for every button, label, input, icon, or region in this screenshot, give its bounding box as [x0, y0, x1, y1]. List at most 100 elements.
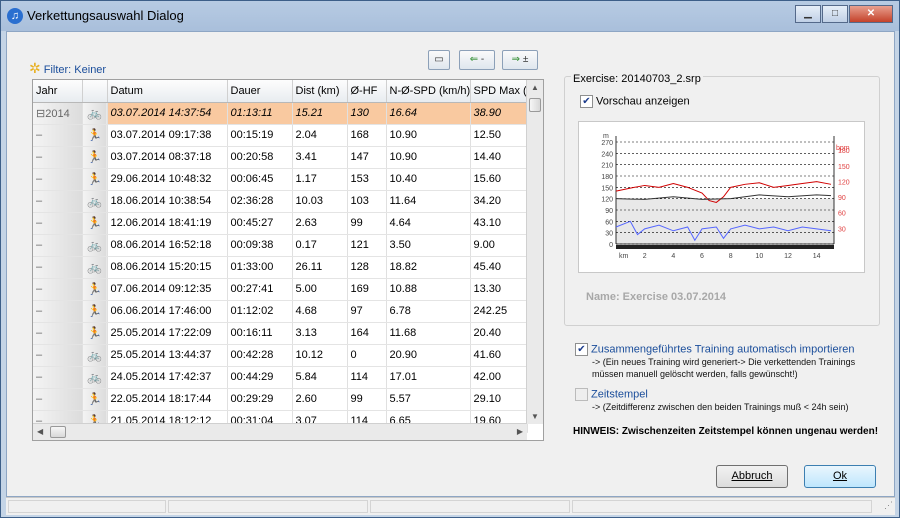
cell-dist: 2.63 [292, 212, 348, 235]
grid-horizontal-scrollbar[interactable]: ◀ ▶ [33, 423, 527, 440]
timestamp-checkbox[interactable] [575, 388, 588, 401]
left-tick-label: 240 [601, 151, 613, 158]
cell-max: 42.00 [470, 366, 528, 389]
cell-datum: 24.05.2014 17:42:37 [107, 366, 228, 389]
resize-grip-icon[interactable]: ⋰ [884, 500, 893, 511]
table-row[interactable]: – 🚲 18.06.2014 10:38:54 02:36:28 10.03 103 11.… [33, 190, 528, 213]
table-row[interactable]: – 🚲 08.06.2014 15:20:15 01:33:00 26.11 128 18.… [33, 256, 528, 279]
timestamp-label: Zeitstempel [591, 388, 648, 401]
table-row[interactable]: – 🏃 22.05.2014 18:17:44 00:29:29 2.60 99 5.57 2… [33, 388, 528, 411]
cell-dist: 3.13 [292, 322, 348, 345]
run-icon: 🏃 [87, 392, 102, 406]
export-button-label: ± [522, 54, 529, 65]
cell-max: 20.40 [470, 322, 528, 345]
grid-vscroll-thumb[interactable] [529, 98, 541, 112]
column-header[interactable] [82, 80, 108, 103]
auto-import-option[interactable]: ✔ Zusammengeführtes Training automatisch … [575, 343, 885, 380]
scroll-up-icon[interactable]: ▲ [531, 83, 539, 92]
cell-hf: 97 [347, 300, 387, 323]
cell-spd: 6.78 [386, 300, 471, 323]
sport-cell: 🚲 [82, 366, 108, 389]
bike-icon: 🚲 [87, 106, 102, 120]
cell-max: 38.90 [470, 102, 528, 125]
cancel-button[interactable]: Abbruch [716, 465, 788, 488]
training-grid[interactable]: Jahr Datum Dauer Dist (km) Ø-HF N-Ø-SPD (km/h… [32, 79, 544, 441]
table-row[interactable]: – 🚲 24.05.2014 17:42:37 00:44:29 5.84 114 17.0… [33, 366, 528, 389]
show-preview-checkbox[interactable]: ✔ Vorschau anzeigen [580, 95, 690, 108]
column-header[interactable]: Dauer [227, 80, 293, 103]
column-header[interactable]: Jahr [33, 80, 83, 103]
cell-dist: 1.17 [292, 168, 348, 191]
grid-vertical-scrollbar[interactable]: ▲ ▼ [526, 80, 543, 424]
maximize-button[interactable]: □ [822, 5, 848, 23]
cell-hf: 168 [347, 124, 387, 147]
table-row[interactable]: – 🏃 03.07.2014 09:17:38 00:15:19 2.04 168 10.9… [33, 124, 528, 147]
sport-cell: 🏃 [82, 278, 108, 301]
title-bar[interactable]: ♫ Verkettungsauswahl Dialog ▁ □ ✕ [1, 1, 899, 31]
auto-import-note: -> (Ein neues Training wird generiert-> … [592, 357, 856, 379]
scroll-left-icon[interactable]: ◀ [37, 427, 43, 436]
table-row[interactable]: – 🏃 06.06.2014 17:46:00 01:12:02 4.68 97 6.78 2… [33, 300, 528, 323]
grid-hscroll-thumb[interactable] [50, 426, 66, 438]
ok-button[interactable]: Ok [804, 465, 876, 488]
table-row[interactable]: – 🏃 29.06.2014 10:48:32 00:06:45 1.17 153 10.4… [33, 168, 528, 191]
table-row[interactable]: – 🏃 07.06.2014 09:12:35 00:27:41 5.00 169 10.8… [33, 278, 528, 301]
column-header[interactable]: Dist (km) [292, 80, 348, 103]
checkbox-checked-icon[interactable]: ✔ [580, 95, 593, 108]
table-row[interactable]: – 🏃 03.07.2014 08:37:18 00:20:58 3.41 147 10.9… [33, 146, 528, 169]
cell-hf: 169 [347, 278, 387, 301]
bike-icon: 🚲 [87, 194, 102, 208]
minimize-button[interactable]: ▁ [795, 5, 821, 23]
right-tick-label: 90 [838, 195, 846, 202]
sport-cell: 🏃 [82, 322, 108, 345]
cell-dauer: 00:16:11 [227, 322, 293, 345]
cell-jahr: – [33, 388, 83, 411]
auto-import-checkbox[interactable]: ✔ [575, 343, 588, 356]
column-header[interactable]: Ø-HF [347, 80, 387, 103]
filter-label: Filter: Keiner [43, 64, 107, 76]
cell-dauer: 00:44:29 [227, 366, 293, 389]
cell-hf: 103 [347, 190, 387, 213]
bike-icon: 🚲 [87, 370, 102, 384]
cell-dauer: 00:42:28 [227, 344, 293, 367]
cell-datum: 07.06.2014 09:12:35 [107, 278, 228, 301]
column-header[interactable]: Datum [107, 80, 228, 103]
cell-spd: 11.68 [386, 322, 471, 345]
scroll-down-icon[interactable]: ▼ [531, 412, 539, 421]
close-button[interactable]: ✕ [849, 5, 893, 23]
table-row[interactable]: – 🏃 12.06.2014 18:41:19 00:45:27 2.63 99 4.64 4… [33, 212, 528, 235]
cell-jahr: – [33, 300, 83, 323]
cell-datum: 03.07.2014 09:17:38 [107, 124, 228, 147]
sport-cell: 🏃 [82, 124, 108, 147]
layout-button[interactable]: ▭ [428, 50, 450, 70]
cell-hf: 114 [347, 366, 387, 389]
scroll-right-icon[interactable]: ▶ [517, 427, 523, 436]
timestamp-option[interactable]: Zeitstempel -> (Zeitdifferenz zwischen d… [575, 388, 885, 413]
table-row[interactable]: ⊟2014 🚲 03.07.2014 14:37:54 01:13:11 15.21 13… [33, 102, 528, 125]
bike-icon: 🚲 [87, 238, 102, 252]
cell-hf: 164 [347, 322, 387, 345]
cell-datum: 12.06.2014 18:41:19 [107, 212, 228, 235]
sport-cell: 🏃 [82, 168, 108, 191]
cell-jahr: – [33, 124, 83, 147]
cell-dist: 10.03 [292, 190, 348, 213]
table-row[interactable]: – 🚲 08.06.2014 16:52:18 00:09:38 0.17 121 3.50… [33, 234, 528, 257]
bike-icon: 🚲 [87, 348, 102, 362]
left-tick-label: 120 [601, 197, 613, 204]
cell-max: 14.40 [470, 146, 528, 169]
cell-jahr: – [33, 256, 83, 279]
import-button-label: - [480, 54, 485, 65]
right-tick-label: 60 [838, 211, 846, 218]
hint-text: HINWEIS: Zwischenzeiten Zeitstempel könn… [573, 426, 879, 437]
cell-spd: 3.50 [386, 234, 471, 257]
left-tick-label: 270 [601, 140, 613, 147]
export-button[interactable]: ⇒ ± [502, 50, 538, 70]
column-header[interactable]: SPD Max ( [470, 80, 528, 103]
table-row[interactable]: – 🏃 25.05.2014 17:22:09 00:16:11 3.13 164 11.6… [33, 322, 528, 345]
import-button[interactable]: ⇐ - [459, 50, 495, 70]
cell-dauer: 01:13:11 [227, 102, 293, 125]
table-row[interactable]: – 🚲 25.05.2014 13:44:37 00:42:28 10.12 0 20.90… [33, 344, 528, 367]
column-header[interactable]: N-Ø-SPD (km/h) [386, 80, 471, 103]
sport-cell: 🚲 [82, 190, 108, 213]
x-unit-label: km [619, 253, 629, 260]
